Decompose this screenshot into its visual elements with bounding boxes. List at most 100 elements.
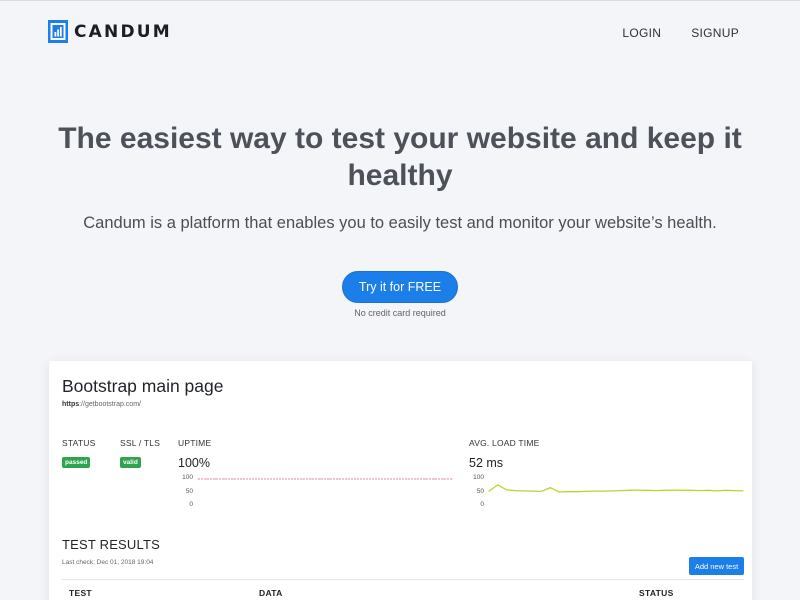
uptime-point-23 — [398, 478, 400, 480]
uptime-point-27 — [433, 478, 436, 480]
ssl-badge: valid — [120, 457, 141, 468]
load-time-label: AVG. LOAD TIME — [469, 438, 540, 448]
uptime-point-17 — [346, 478, 348, 480]
top-nav: LOGIN SIGNUP — [622, 26, 739, 40]
avg_load_time-point-0 — [488, 490, 490, 492]
avg_load_time-point-24 — [698, 490, 700, 492]
avg_load_time-point-14 — [611, 490, 613, 492]
avg_load_time-point-25 — [707, 489, 709, 491]
uptime-point-25 — [416, 478, 418, 480]
avg_load_time-point-13 — [602, 490, 604, 492]
avg_load_time-point-17 — [637, 489, 639, 491]
uptime-point-29 — [451, 478, 453, 480]
avg_load_time-point-7 — [549, 487, 551, 489]
uptime-point-22 — [390, 478, 392, 480]
login-link[interactable]: LOGIN — [622, 26, 661, 40]
logo[interactable]: CANDUM — [48, 20, 172, 43]
column-header-data[interactable]: DATA — [259, 588, 283, 598]
logo-icon — [48, 20, 68, 43]
last-check-text: Last check: Dec 01, 2018 19:04 — [62, 559, 154, 566]
avg_load_time-point-11 — [584, 490, 586, 492]
table-divider — [62, 579, 744, 580]
add-new-test-button[interactable]: Add new test — [689, 557, 744, 575]
avg_load_time-point-26 — [716, 490, 718, 492]
uptime-point-5 — [241, 478, 243, 480]
hero-subtitle: Candum is a platform that enables you to… — [83, 214, 717, 232]
load-tick-0: 0 — [480, 501, 484, 508]
uptime-point-6 — [250, 478, 252, 480]
avg_load_time-point-15 — [619, 490, 621, 492]
avg_load_time-point-1 — [497, 484, 499, 486]
avg_load_time-point-12 — [593, 490, 595, 492]
uptime-point-16 — [337, 478, 339, 480]
card-title: Bootstrap main page — [62, 376, 224, 396]
uptime-point-9 — [276, 478, 278, 480]
avg_load_time-point-20 — [663, 489, 665, 491]
uptime-label: UPTIME — [178, 438, 212, 448]
load-tick-100: 100 — [473, 474, 484, 481]
uptime-point-2 — [214, 478, 217, 480]
load-tick-50: 50 — [476, 488, 484, 495]
status-label: STATUS — [62, 438, 96, 448]
test-results-title: TEST RESULTS — [62, 537, 160, 552]
url-scheme: https — [62, 401, 80, 408]
signup-link[interactable]: SIGNUP — [691, 26, 739, 40]
uptime-point-0 — [197, 478, 199, 480]
uptime-point-3 — [223, 478, 225, 480]
avg_load_time-point-29 — [742, 490, 744, 492]
column-header-test[interactable]: TEST — [69, 588, 92, 598]
url-rest: ://getbootstrap.com/ — [79, 401, 141, 408]
try-free-button[interactable]: Try it for FREE — [342, 271, 458, 303]
uptime-point-10 — [285, 478, 287, 480]
uptime-point-20 — [372, 478, 374, 480]
uptime-point-8 — [267, 478, 269, 480]
avg_load_time-point-8 — [558, 491, 560, 493]
top-border — [0, 0, 800, 1]
uptime-tick-100: 100 — [182, 474, 193, 481]
uptime-point-21 — [381, 478, 383, 480]
status-badge: passed — [62, 457, 91, 468]
ssl-label: SSL / TLS — [120, 438, 161, 448]
load-time-chart — [488, 484, 744, 493]
uptime-point-15 — [328, 478, 330, 480]
avg_load_time-point-28 — [733, 490, 735, 492]
avg_load_time-point-9 — [567, 491, 569, 493]
avg_load_time-point-6 — [541, 490, 543, 492]
load-time-value: 52 ms — [469, 456, 504, 470]
avg_load_time-point-4 — [523, 490, 525, 492]
uptime-point-26 — [425, 478, 427, 480]
uptime-point-13 — [311, 478, 313, 480]
uptime-point-7 — [258, 478, 260, 480]
site-monitor-card: Bootstrap main page https://getbootstrap… — [49, 361, 752, 600]
site-url[interactable]: https://getbootstrap.com/ — [62, 401, 141, 408]
avg_load_time-point-2 — [505, 489, 508, 491]
column-header-status[interactable]: STATUS — [639, 588, 674, 598]
hero-title: The easiest way to test your website and… — [58, 122, 742, 192]
uptime-point-14 — [320, 478, 322, 480]
avg_load_time-point-5 — [532, 490, 534, 492]
avg_load_time-point-27 — [724, 489, 727, 491]
avg_load_time-series-line — [488, 484, 744, 493]
avg_load_time-point-10 — [576, 491, 578, 493]
uptime-point-28 — [442, 478, 444, 480]
avg_load_time-point-19 — [654, 490, 656, 492]
avg_load_time-point-23 — [689, 489, 691, 491]
avg_load_time-point-18 — [646, 489, 648, 491]
uptime-point-19 — [363, 478, 365, 480]
uptime-value: 100% — [178, 456, 210, 470]
avg_load_time-point-16 — [628, 489, 630, 491]
uptime-point-11 — [293, 478, 295, 480]
uptime-point-1 — [206, 478, 208, 480]
uptime-tick-50: 50 — [185, 488, 193, 495]
avg_load_time-point-21 — [672, 489, 674, 491]
logo-text: CANDUM — [74, 21, 172, 42]
avg_load_time-point-22 — [681, 489, 683, 491]
uptime-chart — [197, 478, 453, 480]
uptime-point-4 — [232, 478, 234, 480]
avg_load_time-point-3 — [514, 490, 516, 492]
no-credit-card-note: No credit card required — [354, 308, 446, 318]
uptime-point-18 — [355, 478, 357, 480]
uptime-point-12 — [302, 478, 304, 480]
uptime-point-24 — [407, 478, 409, 480]
uptime-tick-0: 0 — [189, 501, 193, 508]
